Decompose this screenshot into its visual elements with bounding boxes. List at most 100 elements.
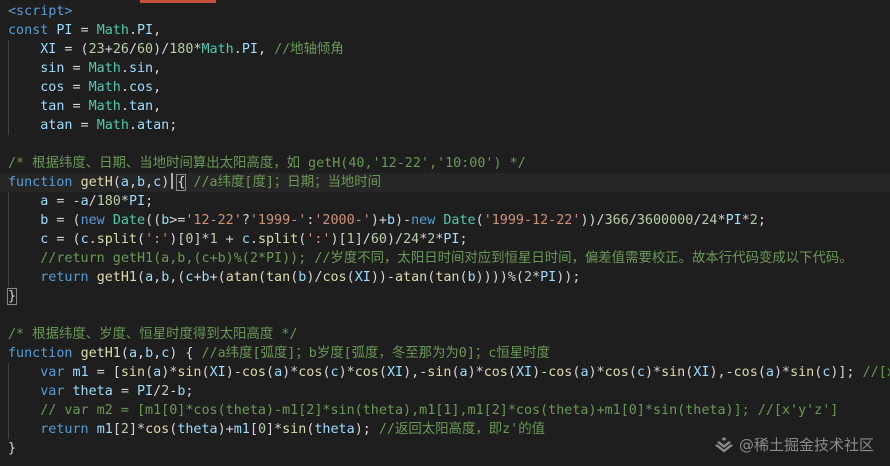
code-token: [ xyxy=(112,422,121,437)
code-token: cos xyxy=(548,365,573,380)
code-token: // var m2 = [m1[0]*cos(theta)-m1[2]*sin(… xyxy=(40,403,839,418)
code-token: )/ xyxy=(153,42,170,57)
code-token: Date xyxy=(112,213,146,228)
code-token: , xyxy=(137,346,146,361)
code-token: 60 xyxy=(370,232,387,247)
code-token: PI xyxy=(128,194,146,209)
code-token: cos xyxy=(483,365,508,380)
code-token: + xyxy=(193,270,202,285)
code-token: b xyxy=(201,270,210,285)
code-line[interactable]: sin = Math.sin, xyxy=(0,59,890,78)
code-token: ),- xyxy=(403,365,428,380)
code-token: ),- xyxy=(709,365,734,380)
code-token: ; xyxy=(185,384,194,399)
code-line[interactable]: cos = Math.cos, xyxy=(0,78,890,97)
code-token: PI xyxy=(241,42,258,57)
code-line[interactable]: var m1 = [sin(a)*sin(XI)-cos(a)*cos(c)*c… xyxy=(0,363,890,382)
code-token: = xyxy=(64,80,89,95)
code-token: ':' xyxy=(145,232,170,247)
code-token: getH xyxy=(80,175,113,190)
code-token: Math xyxy=(88,61,121,76)
code-token: )* xyxy=(588,365,605,380)
code-line[interactable] xyxy=(0,306,890,325)
code-token: = ( xyxy=(48,213,81,228)
code-token: 60 xyxy=(137,42,154,57)
code-token: . xyxy=(120,61,129,76)
code-token: ? xyxy=(241,213,250,228)
code-token: ( xyxy=(378,365,387,380)
code-token: sin xyxy=(790,365,815,380)
code-line[interactable] xyxy=(0,135,890,154)
code-token: c xyxy=(241,232,250,247)
code-token: ))/ xyxy=(580,213,605,228)
code-editor[interactable]: } return m1[2]*cos(theta)+m1[0]*sin(thet… xyxy=(0,0,890,466)
code-line[interactable]: return getH1(a,b,(c+b+(atan(tan(b)/cos(X… xyxy=(0,268,890,287)
code-token: = [ xyxy=(88,365,121,380)
code-token: c xyxy=(80,232,89,247)
code-token: b xyxy=(386,213,395,228)
code-token: 366 xyxy=(604,213,629,228)
code-token: ,( xyxy=(169,270,186,285)
code-token: c xyxy=(636,365,645,380)
code-line[interactable]: /* 根据纬度、日期、当地时间算出太阳高度，如 getH(40,'12-22',… xyxy=(0,154,890,173)
code-token: = xyxy=(64,99,89,114)
code-token: /* 根据纬度、岁度、恒星时度得到太阳高度 */ xyxy=(8,327,298,342)
code-token: a xyxy=(274,365,283,380)
code-token: [ xyxy=(249,422,258,437)
code-token: a xyxy=(153,365,162,380)
code-token: cos xyxy=(40,80,65,95)
code-line[interactable]: /* 根据纬度、岁度、恒星时度得到太阳高度 */ xyxy=(0,325,890,344)
code-token: ( xyxy=(145,365,154,380)
code-token: PI xyxy=(725,213,742,228)
code-token: )* xyxy=(161,365,178,380)
code-token: sin xyxy=(427,365,452,380)
code-token: ':' xyxy=(306,232,331,247)
code-token: ) { xyxy=(169,346,202,361)
code-token: >= xyxy=(169,213,186,228)
code-token: )/ xyxy=(306,270,323,285)
code-token: . xyxy=(249,232,258,247)
code-line[interactable]: // var m2 = [m1[0]*cos(theta)-m1[2]*sin(… xyxy=(0,401,890,420)
code-token: (( xyxy=(145,213,162,228)
code-token: = xyxy=(112,384,137,399)
code-line[interactable]: c = (c.split(':')[0]*1 + c.split(':')[1]… xyxy=(0,230,890,249)
code-token: )[ xyxy=(330,232,347,247)
code-token: Date xyxy=(443,213,476,228)
code-line[interactable]: var theta = PI/2-b; xyxy=(0,382,890,401)
code-token: m1 xyxy=(72,365,89,380)
code-line[interactable]: function getH(a,b,c) { //a纬度[度]；日期；当地时间 xyxy=(0,173,890,192)
code-token: ))))%( xyxy=(475,270,524,285)
code-token: '1999-12-22' xyxy=(483,213,581,228)
code-line[interactable]: //return getH1(a,b,(c+b)%(2*PI)); //岁度不同… xyxy=(0,249,890,268)
code-token: ( xyxy=(628,365,637,380)
code-token: , xyxy=(257,42,275,57)
code-token: Math xyxy=(88,99,121,114)
code-token: Math xyxy=(88,80,121,95)
code-token: a xyxy=(120,175,129,190)
watermark: @稀土掘金技术社区 xyxy=(714,432,874,456)
code-token: Math xyxy=(96,118,129,133)
code-line[interactable]: tan = Math.tan, xyxy=(0,97,890,116)
code-line[interactable]: atan = Math.atan; xyxy=(0,116,890,135)
code-token: 24 xyxy=(701,213,718,228)
watermark-text: @稀土掘金技术社区 xyxy=(738,435,874,454)
code-token: var xyxy=(40,365,73,380)
code-token: )* xyxy=(338,365,355,380)
code-line[interactable]: function getH1(a,b,c) { //a纬度[弧度]；b岁度[弧度… xyxy=(0,344,890,363)
code-line[interactable]: XI = (23+26/60)/180*Math.PI, //地轴倾角 xyxy=(0,40,890,59)
code-line[interactable]: } xyxy=(0,287,890,306)
code-line[interactable]: b = (new Date((b>='12-22'?'1999-':'2000-… xyxy=(0,211,890,230)
code-token: PI xyxy=(137,23,154,38)
code-token: ( xyxy=(451,365,460,380)
code-line[interactable]: a = -a/180*PI; xyxy=(0,192,890,211)
juejin-logo-icon xyxy=(714,437,733,453)
code-line[interactable]: <script> xyxy=(0,2,890,21)
code-token: 1 xyxy=(209,232,218,247)
code-line[interactable]: const PI = Math.PI, xyxy=(0,21,890,40)
code-token: ; xyxy=(459,232,468,247)
code-token: + xyxy=(104,42,113,57)
